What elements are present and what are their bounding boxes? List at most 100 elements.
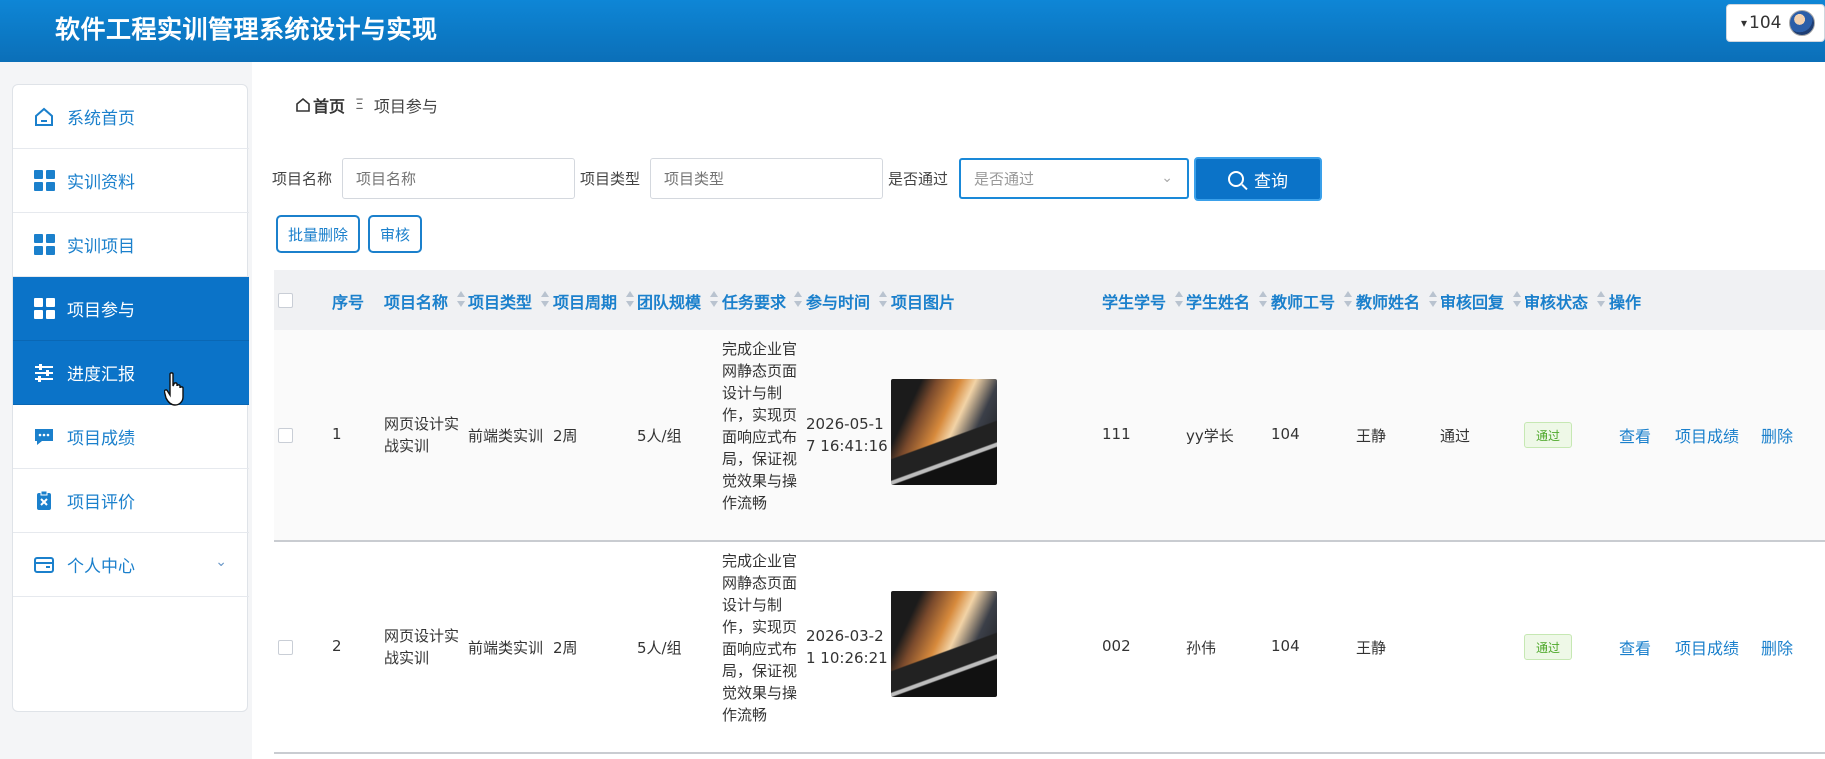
column-header-task[interactable]: 任务要求 (722, 289, 786, 313)
cell-task-line: 完成企业官 (722, 552, 798, 570)
project-type-label: 项目类型 (580, 170, 641, 188)
cell-task-line: 觉效果与操 (722, 472, 798, 490)
sidebar-item-label: 项目成绩 (67, 429, 135, 449)
cell-task-line: 局，保证视 (722, 662, 798, 680)
grid-icon (33, 170, 55, 192)
cell-task-line: 面响应式布 (722, 640, 798, 658)
sort-icon[interactable] (1344, 290, 1352, 308)
cell-task-line: 局，保证视 (722, 450, 798, 468)
sort-icon[interactable] (710, 290, 718, 308)
sort-icon[interactable] (457, 290, 465, 308)
sidebar-item-label: 项目评价 (67, 493, 135, 513)
username: 104 (1749, 13, 1782, 33)
sliders-icon (33, 362, 55, 384)
project-image[interactable] (891, 591, 997, 697)
sidebar-item-projects[interactable]: 实训项目 (13, 213, 249, 277)
sidebar-item-label: 实训资料 (67, 173, 135, 193)
cell-student-name: 孙伟 (1186, 639, 1217, 657)
project-name-input[interactable] (342, 158, 575, 199)
column-header-image: 项目图片 (891, 293, 956, 312)
sort-icon[interactable] (794, 290, 802, 308)
cell-name-line: 战实训 (384, 649, 430, 667)
sort-icon[interactable] (1175, 290, 1183, 308)
sort-icon[interactable] (541, 290, 549, 308)
sort-icon[interactable] (626, 290, 634, 308)
cell-type: 前端类实训 (468, 639, 544, 657)
column-header-teacher-name[interactable]: 教师姓名 (1356, 289, 1420, 313)
select-all-checkbox[interactable] (278, 293, 293, 308)
project-type-input[interactable] (650, 158, 883, 199)
sort-icon[interactable] (879, 290, 887, 308)
table-row: 2 网页设计实 战实训 前端类实训 2周 5人/组 完成企业官 网静态页面 设计… (274, 542, 1825, 754)
sidebar-item-materials[interactable]: 实训资料 (13, 149, 249, 213)
review-button[interactable]: 审核 (368, 215, 422, 253)
grid-icon (33, 234, 55, 256)
avatar[interactable] (1789, 10, 1816, 36)
column-header-name[interactable]: 项目名称 (384, 289, 448, 313)
cell-name-line: 战实训 (384, 437, 430, 455)
column-header-student-name[interactable]: 学生姓名 (1186, 289, 1250, 313)
cell-index: 1 (332, 425, 342, 443)
sort-icon[interactable] (1513, 290, 1521, 308)
status-badge: 通过 (1524, 422, 1572, 448)
column-header-time[interactable]: 参与时间 (806, 289, 870, 313)
cell-period: 2周 (553, 427, 578, 445)
cell-student-id: 002 (1102, 637, 1131, 655)
cell-time-line: 2026-03-2 (806, 627, 884, 645)
column-header-student-id[interactable]: 学生学号 (1102, 289, 1166, 313)
project-name-label: 项目名称 (272, 170, 333, 188)
view-link[interactable]: 查看 (1619, 423, 1651, 447)
breadcrumb-home[interactable]: 首页 (313, 93, 345, 117)
delete-link[interactable]: 删除 (1761, 423, 1793, 447)
sidebar-item-scores[interactable]: 项目成绩 (13, 405, 249, 469)
delete-link[interactable]: 删除 (1761, 635, 1793, 659)
score-link[interactable]: 项目成绩 (1675, 423, 1739, 447)
sidebar-item-evaluation[interactable]: 项目评价 (13, 469, 249, 533)
batch-delete-button[interactable]: 批量删除 (276, 215, 360, 253)
cell-time-line: 7 16:41:16 (806, 437, 888, 455)
sidebar: 系统首页 实训资料 实训项目 项目参与 进度汇报 项目成绩 项目评价 个人中心 … (12, 84, 249, 712)
passed-select[interactable]: 是否通过 ⌄ (959, 158, 1189, 199)
column-header-period[interactable]: 项目周期 (553, 289, 617, 313)
project-image[interactable] (891, 379, 997, 485)
query-button[interactable]: 查询 (1194, 157, 1322, 201)
cell-task-line: 设计与制 (722, 596, 783, 614)
sort-icon[interactable] (1429, 290, 1437, 308)
column-header-status[interactable]: 审核状态 (1524, 289, 1588, 313)
sidebar-item-profile[interactable]: 个人中心 ⌄ (13, 533, 249, 597)
view-link[interactable]: 查看 (1619, 635, 1651, 659)
sidebar-item-progress[interactable]: 进度汇报 (13, 341, 249, 405)
sort-icon[interactable] (1259, 290, 1267, 308)
cell-name-line: 网页设计实 (384, 415, 460, 433)
column-header-reply[interactable]: 审核回复 (1440, 289, 1504, 313)
search-icon (1228, 171, 1244, 187)
sidebar-item-participation[interactable]: 项目参与 (13, 277, 249, 341)
sidebar-item-label: 实训项目 (67, 237, 135, 257)
caret-down-icon: ▾ (1741, 16, 1748, 30)
breadcrumb-separator: Ξ (355, 97, 364, 113)
cell-task-line: 网静态页面 (722, 362, 798, 380)
sort-icon[interactable] (1597, 290, 1605, 308)
cell-task: 完成企业官 网静态页面 设计与制 作，实现页 面响应式布 局，保证视 觉效果与操… (722, 550, 797, 726)
cell-time-line: 1 10:26:21 (806, 649, 888, 667)
cell-period: 2周 (553, 639, 578, 657)
row-checkbox[interactable] (278, 640, 293, 655)
user-menu[interactable]: ▾ 104 (1726, 4, 1825, 42)
hand-cursor-icon (164, 372, 184, 406)
column-header-type[interactable]: 项目类型 (468, 289, 532, 313)
home-icon (33, 106, 55, 128)
cell-name-line: 网页设计实 (384, 627, 460, 645)
cell-task-line: 作流畅 (722, 706, 768, 724)
passed-label: 是否通过 (888, 170, 949, 188)
column-header-team[interactable]: 团队规模 (637, 289, 701, 313)
column-header-teacher-id[interactable]: 教师工号 (1271, 289, 1335, 313)
score-link[interactable]: 项目成绩 (1675, 635, 1739, 659)
cell-team: 5人/组 (637, 639, 682, 657)
sidebar-item-home[interactable]: 系统首页 (13, 85, 249, 149)
cell-task-line: 面响应式布 (722, 428, 798, 446)
cell-type: 前端类实训 (468, 427, 544, 445)
cell-teacher-name: 王静 (1356, 639, 1387, 657)
cell-index: 2 (332, 637, 342, 655)
row-checkbox[interactable] (278, 428, 293, 443)
status-badge: 通过 (1524, 634, 1572, 660)
